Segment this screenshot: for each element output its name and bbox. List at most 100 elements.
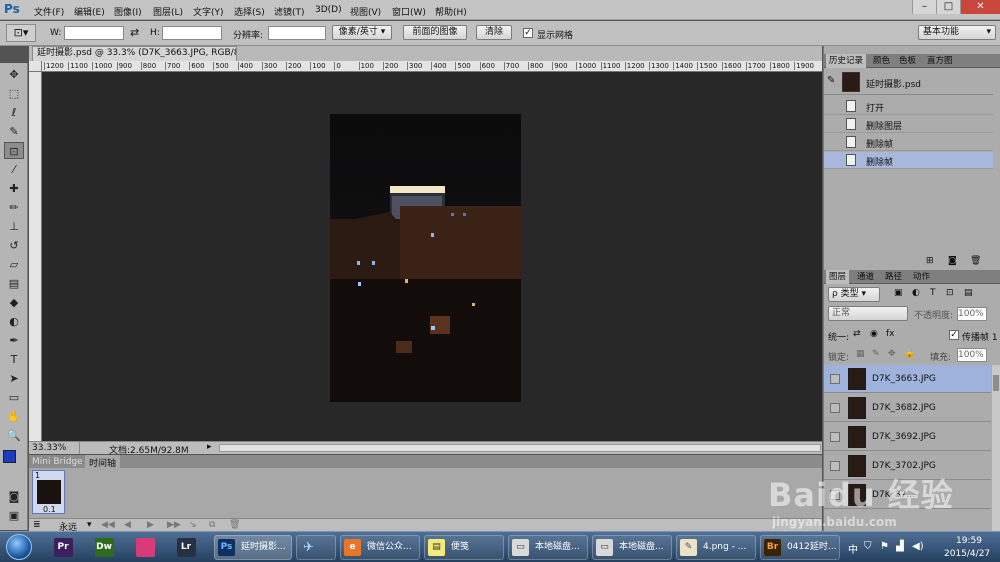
width-field[interactable] bbox=[64, 26, 124, 40]
menu-window[interactable]: 窗口(W) bbox=[392, 5, 426, 18]
delete-frame-icon[interactable]: 🗑 bbox=[229, 520, 240, 530]
clear-button[interactable]: 清除 bbox=[476, 25, 512, 40]
blend-mode-select[interactable]: 正常 bbox=[828, 306, 908, 321]
menu-filter[interactable]: 滤镜(T) bbox=[274, 5, 305, 18]
unify-style-icon[interactable]: fx bbox=[886, 329, 895, 339]
close-button[interactable]: ✕ bbox=[960, 0, 1000, 14]
type-tool-icon[interactable]: T bbox=[4, 351, 24, 368]
lock-paint-icon[interactable]: ✎ bbox=[872, 349, 880, 359]
convert-timeline-icon[interactable]: ≣ bbox=[33, 520, 41, 530]
crop-preset-icon[interactable]: ⊡▾ bbox=[6, 24, 36, 42]
lock-transparency-icon[interactable]: ▦ bbox=[856, 349, 865, 359]
visibility-toggle-icon[interactable] bbox=[830, 374, 840, 384]
swap-icon[interactable]: ⇄ bbox=[130, 26, 139, 39]
taskbar-pin-premiere[interactable]: Pr bbox=[47, 535, 79, 560]
menu-file[interactable]: 文件(F) bbox=[34, 5, 64, 18]
tab-channels[interactable]: 通道 bbox=[854, 270, 877, 284]
layer-row[interactable]: D7K_3682.JPG bbox=[824, 394, 991, 422]
gradient-tool-icon[interactable]: ▤ bbox=[4, 275, 24, 292]
task-explorer-1[interactable]: ▭ 本地磁盘... bbox=[508, 535, 588, 560]
unify-position-icon[interactable]: ⇄ bbox=[853, 329, 861, 339]
tab-swatches[interactable]: 色板 bbox=[896, 54, 919, 68]
next-frame-icon[interactable]: ▶▶ bbox=[167, 520, 181, 530]
task-notes[interactable]: ▤ 便笺 bbox=[424, 535, 504, 560]
quick-mask-icon[interactable]: ◙ bbox=[4, 488, 24, 505]
task-explorer-2[interactable]: ▭ 本地磁盘... bbox=[592, 535, 672, 560]
task-bridge[interactable]: Br 0412延时... bbox=[760, 535, 840, 560]
filter-shape-icon[interactable]: ⊡ bbox=[946, 288, 954, 298]
resolution-field[interactable] bbox=[268, 26, 326, 40]
history-item[interactable]: 删除图层 bbox=[824, 116, 993, 133]
document-tab[interactable]: 延时摄影.psd @ 33.3% (D7K_3663.JPG, RGB/8) *… bbox=[32, 46, 237, 61]
duplicate-frame-icon[interactable]: ⧉ bbox=[209, 520, 215, 530]
clock-date[interactable]: 2015/4/27 bbox=[944, 549, 990, 559]
volume-icon[interactable]: ◀) bbox=[912, 541, 924, 552]
scrollbar-thumb[interactable] bbox=[993, 375, 999, 391]
tab-timeline[interactable]: 时间轴 bbox=[85, 455, 121, 468]
menu-help[interactable]: 帮助(H) bbox=[435, 5, 467, 18]
hand-tool-icon[interactable]: ✋ bbox=[4, 408, 24, 425]
history-snapshot[interactable]: ✎ 延时摄影.psd bbox=[824, 69, 993, 95]
fill-field[interactable]: 100% bbox=[957, 348, 987, 362]
tab-histogram[interactable]: 直方图 bbox=[924, 54, 956, 68]
tween-icon[interactable]: ↘ bbox=[189, 520, 197, 530]
canvas-area[interactable] bbox=[42, 72, 822, 441]
menu-select[interactable]: 选择(S) bbox=[234, 5, 265, 18]
menu-type[interactable]: 文字(Y) bbox=[193, 5, 224, 18]
height-field[interactable] bbox=[162, 26, 222, 40]
color-swatches[interactable] bbox=[3, 450, 25, 469]
prev-frame-icon[interactable]: ◀ bbox=[124, 520, 131, 530]
lock-position-icon[interactable]: ✥ bbox=[888, 349, 896, 359]
pen-tool-icon[interactable]: ✒ bbox=[4, 332, 24, 349]
menu-layer[interactable]: 图层(L) bbox=[153, 5, 183, 18]
taskbar-pin-dreamweaver[interactable]: Dw bbox=[88, 535, 120, 560]
show-grid-checkbox[interactable]: ✓ bbox=[523, 28, 533, 38]
tab-color[interactable]: 颜色 bbox=[870, 54, 893, 68]
tab-paths[interactable]: 路径 bbox=[882, 270, 905, 284]
snapshot-camera-icon[interactable]: ◙ bbox=[948, 256, 957, 266]
maximize-button[interactable]: □ bbox=[936, 0, 960, 14]
menu-image[interactable]: 图像(I) bbox=[114, 5, 142, 18]
zoom-level[interactable]: 33.33% bbox=[32, 443, 66, 453]
menu-3d[interactable]: 3D(D) bbox=[315, 5, 342, 15]
dodge-tool-icon[interactable]: ◐ bbox=[4, 313, 24, 330]
eyedropper-tool-icon[interactable]: ⁄ bbox=[4, 161, 24, 178]
healing-brush-icon[interactable]: ✚ bbox=[4, 180, 24, 197]
task-bird-app[interactable]: ✈ bbox=[296, 535, 336, 560]
taskbar-pin-lightroom[interactable]: Lr bbox=[170, 535, 202, 560]
input-method-icon[interactable]: 中 bbox=[848, 541, 858, 556]
task-paint[interactable]: ✎ 4.png - ... bbox=[676, 535, 756, 560]
layer-row[interactable]: D7K_3692.JPG bbox=[824, 423, 991, 451]
filter-smart-object-icon[interactable]: ▤ bbox=[964, 288, 973, 298]
visibility-toggle-icon[interactable] bbox=[830, 403, 840, 413]
taskbar-pin-app[interactable] bbox=[129, 535, 161, 560]
quick-select-tool-icon[interactable]: ✎ bbox=[4, 123, 24, 140]
tab-history[interactable]: 历史记录 bbox=[826, 54, 867, 68]
lasso-tool-icon[interactable]: ℓ bbox=[4, 104, 24, 121]
tab-mini-bridge[interactable]: Mini Bridge bbox=[32, 457, 83, 467]
play-icon[interactable]: ▶ bbox=[147, 520, 154, 530]
filter-pixel-icon[interactable]: ▣ bbox=[894, 288, 903, 298]
blur-tool-icon[interactable]: ◆ bbox=[4, 294, 24, 311]
propagate-frame-checkbox[interactable]: ✓ bbox=[949, 330, 959, 340]
minimize-button[interactable]: – bbox=[912, 0, 936, 14]
eraser-tool-icon[interactable]: ▱ bbox=[4, 256, 24, 273]
unify-visibility-icon[interactable]: ◉ bbox=[870, 329, 878, 339]
shape-tool-icon[interactable]: ▭ bbox=[4, 389, 24, 406]
crop-tool-icon[interactable]: ⊡ bbox=[4, 142, 24, 159]
filter-adjustment-icon[interactable]: ◐ bbox=[912, 288, 920, 298]
tab-layers[interactable]: 图层 bbox=[826, 270, 850, 284]
zoom-tool-icon[interactable]: 🔍 bbox=[4, 427, 24, 444]
task-wechat[interactable]: e 微信公众... bbox=[340, 535, 420, 560]
filter-type-icon[interactable]: T bbox=[930, 288, 936, 298]
animation-frame[interactable]: 1 0.1 bbox=[32, 470, 65, 514]
flag-icon[interactable]: ⚑ bbox=[880, 541, 889, 552]
history-item-selected[interactable]: 删除帧 bbox=[824, 152, 993, 169]
clone-stamp-icon[interactable]: ⊥ bbox=[4, 218, 24, 235]
move-tool-icon[interactable]: ✥ bbox=[4, 66, 24, 83]
tab-actions[interactable]: 动作 bbox=[910, 270, 933, 284]
history-item[interactable]: 打开 bbox=[824, 98, 993, 115]
history-item[interactable]: 删除帧 bbox=[824, 134, 993, 151]
marquee-tool-icon[interactable]: ⬚ bbox=[4, 85, 24, 102]
screen-mode-icon[interactable]: ▣ bbox=[4, 507, 24, 524]
